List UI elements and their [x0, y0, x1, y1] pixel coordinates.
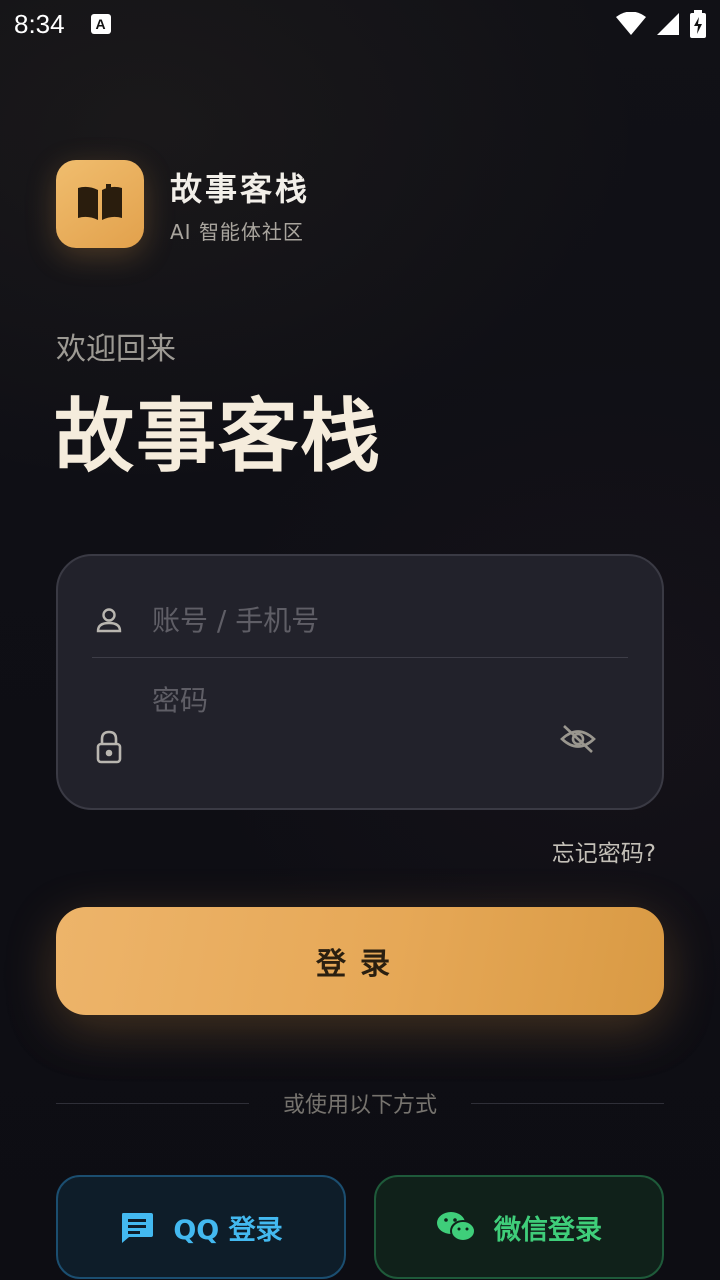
wechat-login-button[interactable]: 微信登录 [374, 1175, 664, 1279]
wifi-icon [616, 12, 646, 35]
login-button[interactable]: 登录 [56, 907, 664, 1015]
signal-icon [657, 13, 679, 35]
app-logo [56, 160, 144, 248]
brand-header: 故事客栈 AI 智能体社区 [56, 160, 310, 248]
status-icons [616, 10, 706, 38]
brand-subtitle: AI 智能体社区 [170, 219, 304, 244]
wechat-icon [437, 1212, 476, 1242]
status-time: 8:34 [14, 8, 65, 39]
alt-login-text: 或使用以下方式 [283, 1093, 438, 1118]
lock-icon [92, 730, 126, 764]
brand-text: 故事客栈 AI 智能体社区 [170, 164, 310, 245]
qq-login-button[interactable]: QQ 登录 [56, 1175, 346, 1279]
account-field-row [92, 582, 628, 658]
battery-icon [690, 10, 706, 38]
book-open-icon [78, 184, 122, 220]
chat-bubble-icon [122, 1213, 154, 1243]
qq-login-label: QQ 登录 [173, 1214, 283, 1246]
notification-a-icon: A [90, 14, 111, 34]
hero-title: 故事客栈 [54, 390, 382, 483]
user-icon [92, 606, 126, 634]
divider-line-left [56, 1102, 249, 1104]
password-input[interactable] [152, 684, 532, 717]
wechat-login-label: 微信登录 [494, 1214, 602, 1246]
alt-login-divider: 或使用以下方式 [56, 1088, 665, 1118]
toggle-password-visibility-icon[interactable] [558, 719, 598, 759]
field-divider [92, 657, 628, 658]
login-form-card [56, 554, 664, 810]
login-screen: 8:34 A 故事客栈 AI 智能体社区 欢迎回来 故事客栈 账号 / 手机号 … [0, 0, 720, 1280]
password-field-row [92, 684, 628, 784]
status-bar: 8:34 A [0, 0, 720, 48]
welcome-text: 欢迎回来 [56, 332, 176, 367]
account-input[interactable] [152, 603, 532, 637]
forgot-password-link[interactable]: 忘记密码? [552, 834, 656, 868]
brand-name: 故事客栈 [170, 169, 311, 208]
divider-line-right [471, 1102, 665, 1104]
